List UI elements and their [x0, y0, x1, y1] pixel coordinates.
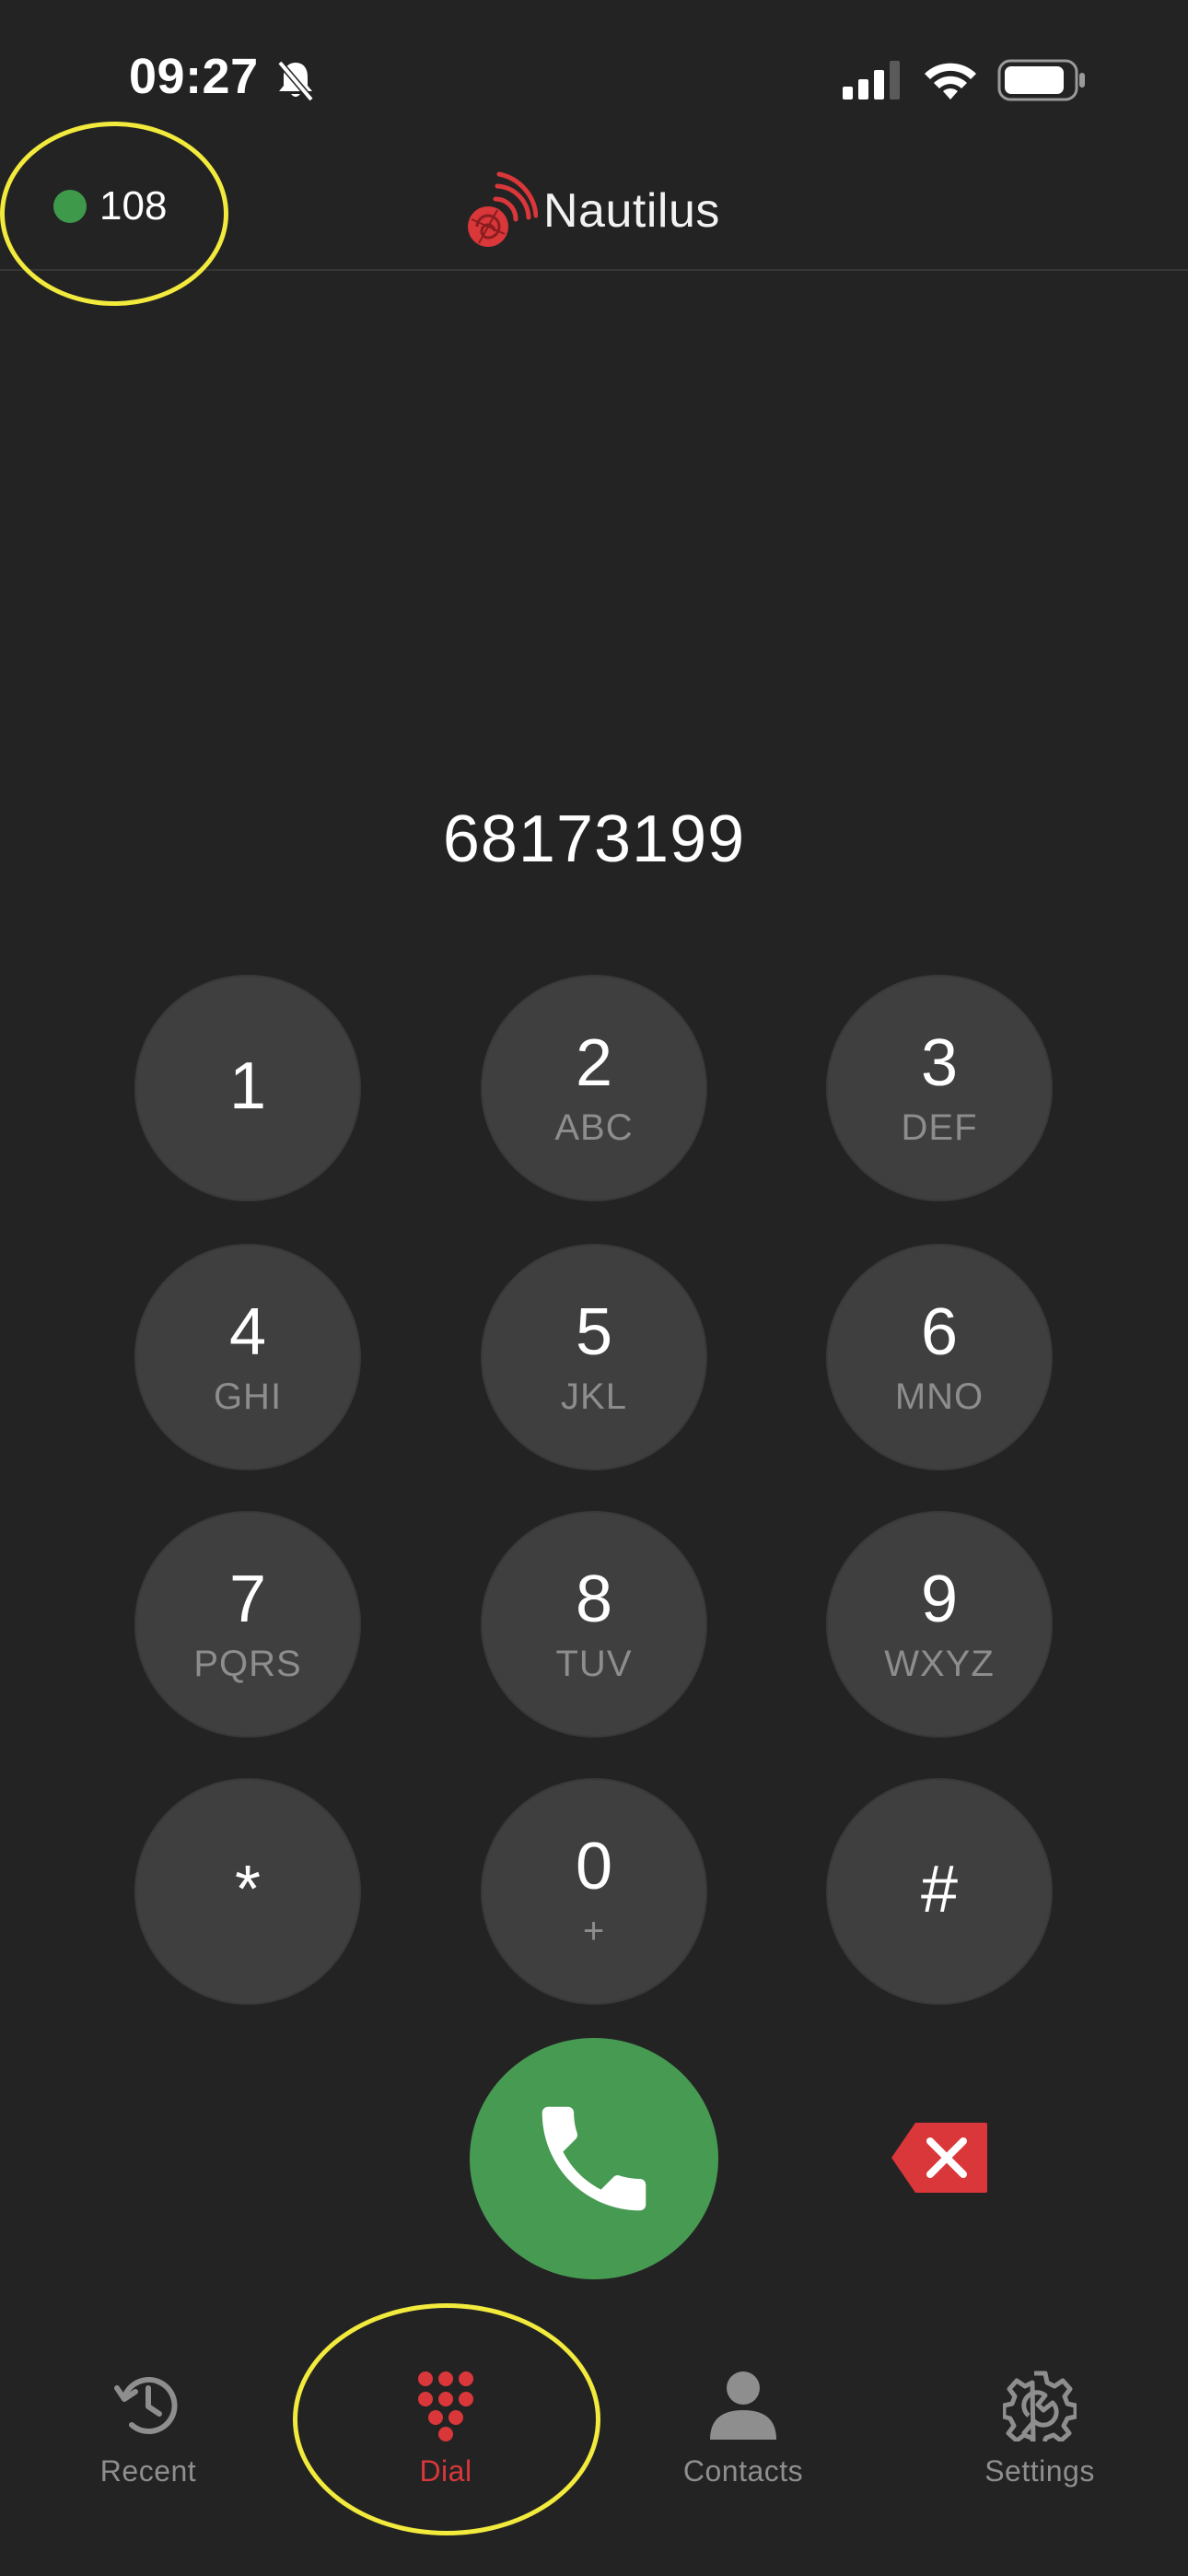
- key-8[interactable]: 8 TUV: [481, 1511, 707, 1738]
- key-star[interactable]: *: [134, 1778, 361, 2005]
- tab-bar: Recent Dial Contacts Settings: [0, 2340, 1188, 2576]
- nautilus-logo-icon: [468, 171, 538, 247]
- backspace-button[interactable]: [890, 2121, 989, 2195]
- key-digit: *: [234, 1853, 262, 1926]
- dialer-screen: 09:27 1 0 8 Nautilus 68173199 1 2 ABC 3 DE…: [0, 0, 1188, 2576]
- key-1[interactable]: 1: [134, 975, 361, 1201]
- bell-slash-icon: [277, 60, 314, 102]
- key-0[interactable]: 0 +: [481, 1778, 707, 2005]
- key-letters: ABC: [554, 1107, 634, 1148]
- key-letters: DEF: [901, 1107, 978, 1148]
- key-letters: +: [582, 1911, 606, 1951]
- wifi-icon: [925, 63, 976, 100]
- key-letters: TUV: [555, 1644, 633, 1684]
- key-digit: #: [920, 1853, 959, 1926]
- brand-name: Nautilus: [543, 184, 720, 238]
- gear-wrench-icon: [1003, 2371, 1077, 2441]
- key-digit: 5: [575, 1295, 613, 1369]
- key-digit: 9: [920, 1563, 959, 1636]
- key-digit: 3: [920, 1026, 959, 1100]
- key-digit: 1: [228, 1049, 267, 1123]
- key-7[interactable]: 7 PQRS: [134, 1511, 361, 1738]
- status-time: 09:27: [129, 49, 259, 104]
- status-bar: 09:27: [0, 0, 1188, 157]
- key-letters: WXYZ: [884, 1644, 995, 1684]
- key-4[interactable]: 4 GHI: [134, 1244, 361, 1470]
- key-5[interactable]: 5 JKL: [481, 1244, 707, 1470]
- key-digit: 8: [575, 1563, 613, 1636]
- key-letters: MNO: [894, 1376, 984, 1417]
- key-digit: 7: [228, 1563, 267, 1636]
- key-digit: 6: [920, 1295, 959, 1369]
- annotation-circle-dial-tab: [293, 2303, 600, 2535]
- key-letters: JKL: [561, 1376, 627, 1417]
- tab-label: Contacts: [682, 2454, 804, 2488]
- key-letters: PQRS: [193, 1644, 302, 1684]
- dialed-number[interactable]: 68173199: [0, 802, 1188, 877]
- person-icon: [710, 2371, 776, 2440]
- key-digit: 2: [575, 1026, 613, 1100]
- tab-contacts[interactable]: Contacts: [642, 2368, 844, 2488]
- battery-icon: [997, 59, 1085, 101]
- key-hash[interactable]: #: [826, 1778, 1053, 2005]
- tab-label: Recent: [99, 2454, 197, 2488]
- brand-logo: Nautilus: [462, 170, 720, 252]
- key-9[interactable]: 9 WXYZ: [826, 1511, 1053, 1738]
- key-digit: 0: [575, 1830, 613, 1903]
- key-3[interactable]: 3 DEF: [826, 975, 1053, 1201]
- tab-settings[interactable]: Settings: [938, 2368, 1141, 2488]
- annotation-circle-extension: [0, 122, 228, 306]
- key-6[interactable]: 6 MNO: [826, 1244, 1053, 1470]
- tab-recent[interactable]: Recent: [47, 2368, 250, 2488]
- key-2[interactable]: 2 ABC: [481, 975, 707, 1201]
- tab-label: Settings: [984, 2454, 1095, 2488]
- phone-icon: [542, 2106, 646, 2211]
- cellular-signal-icon: [843, 61, 900, 100]
- history-icon: [114, 2377, 178, 2434]
- key-digit: 4: [228, 1295, 267, 1369]
- call-button[interactable]: [470, 2038, 718, 2279]
- key-letters: GHI: [213, 1376, 283, 1417]
